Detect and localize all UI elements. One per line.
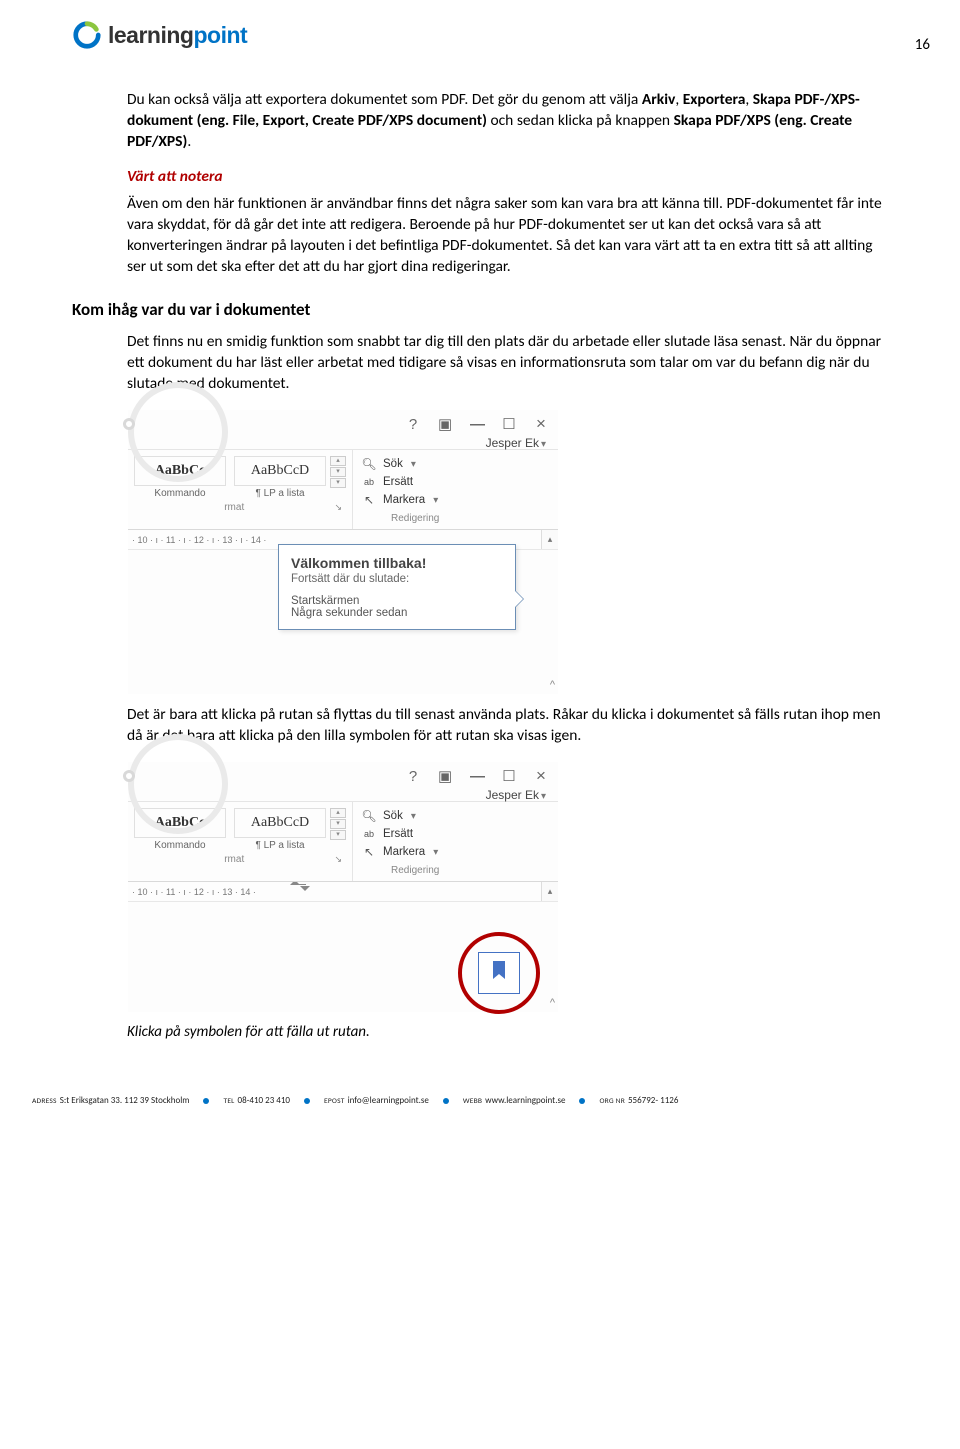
styles-scroll-down-icon[interactable]: ▾ <box>330 467 346 477</box>
word-screenshot-2: ? ▣ — ☐ × Jesper Ek▾ AaBbCc AaBbCcD <box>127 761 559 1013</box>
styles-scroll-up-icon[interactable]: ▴ <box>330 808 346 818</box>
binoculars-icon: 🔍︎ <box>361 457 377 471</box>
replace-button[interactable]: abErsätt <box>361 825 550 843</box>
minimize-icon[interactable]: — <box>470 416 484 433</box>
callout-title: Välkommen tillbaka! <box>291 555 503 571</box>
select-button[interactable]: ↖Markera▾ <box>361 491 550 509</box>
callout-time: Några sekunder sedan <box>291 607 503 619</box>
cursor-icon: ↖ <box>361 493 377 507</box>
replace-button[interactable]: abErsätt <box>361 473 550 491</box>
callout-subtitle: Fortsätt där du slutade: <box>291 573 503 585</box>
paragraph-note: Även om den här funktionen är användbar … <box>127 194 888 278</box>
styles-scroll-down-icon[interactable]: ▾ <box>330 819 346 829</box>
document-area[interactable] <box>128 902 558 1020</box>
style-preview-2[interactable]: AaBbCcD <box>234 456 326 486</box>
ruler[interactable]: · 10 · ı · 11 · ı · 12 · ı · 13 · 14 · ▴ <box>128 882 558 902</box>
annotation-circle <box>458 932 540 1014</box>
account-name[interactable]: Jesper Ek▾ <box>486 788 546 802</box>
select-button[interactable]: ↖Markera▾ <box>361 843 550 861</box>
editing-group: 🔍︎Sök▾ abErsätt ↖Markera▾ Redigering <box>353 450 558 529</box>
page-number: 16 <box>915 36 930 54</box>
maximize-icon[interactable]: ☐ <box>502 767 516 785</box>
close-icon[interactable]: × <box>534 414 548 434</box>
document-area[interactable]: Välkommen tillbaka! Fortsätt där du slut… <box>128 550 558 710</box>
figure-caption: Klicka på symbolen för att fälla ut ruta… <box>127 1023 888 1041</box>
paragraph-click-instructions: Det är bara att klicka på rutan så flytt… <box>127 705 888 747</box>
find-button[interactable]: 🔍︎Sök▾ <box>361 807 550 825</box>
page-footer: ADRESSS:t Eriksgatan 33. 112 39 Stockhol… <box>0 1081 960 1122</box>
editing-group: 🔍︎Sök▾ abErsätt ↖Markera▾ Redigering <box>353 802 558 881</box>
maximize-icon[interactable]: ☐ <box>502 415 516 433</box>
styles-more-icon[interactable]: ▾ <box>330 478 346 488</box>
help-icon[interactable]: ? <box>406 768 420 785</box>
paragraph-intro-resume: Det finns nu en smidig funktion som snab… <box>127 332 888 395</box>
callout-section: Startskärmen <box>291 595 503 607</box>
styles-launcher-icon[interactable]: ↘ <box>334 502 342 513</box>
minimize-icon[interactable]: — <box>470 768 484 785</box>
cursor-icon: ↖ <box>361 845 377 859</box>
style-preview-2[interactable]: AaBbCcD <box>234 808 326 838</box>
ribbon-display-options-icon[interactable]: ▣ <box>438 767 452 785</box>
styles-launcher-icon[interactable]: ↘ <box>334 854 342 865</box>
styles-more-icon[interactable]: ▾ <box>330 830 346 840</box>
logo-text: learningpoint <box>108 22 247 49</box>
logo: learningpoint <box>72 20 888 50</box>
scroll-up-icon[interactable]: ▴ <box>541 530 558 549</box>
replace-icon: ab <box>361 477 377 487</box>
ribbon-display-options-icon[interactable]: ▣ <box>438 415 452 433</box>
binoculars-icon: 🔍︎ <box>361 809 377 823</box>
scroll-up-icon[interactable]: ▴ <box>541 882 558 901</box>
find-button[interactable]: 🔍︎Sök▾ <box>361 455 550 473</box>
account-name[interactable]: Jesper Ek▾ <box>486 436 546 450</box>
help-icon[interactable]: ? <box>406 416 420 433</box>
styles-scroll-up-icon[interactable]: ▴ <box>330 456 346 466</box>
word-screenshot-1: ? ▣ — ☐ × Jesper Ek▾ AaBbCc AaBbCcD <box>127 409 559 695</box>
heading-remember-position: Kom ihåg var du var i dokumentet <box>72 299 888 320</box>
note-heading: Värt att notera <box>127 167 888 186</box>
close-icon[interactable]: × <box>534 766 548 786</box>
logo-icon <box>72 20 102 50</box>
replace-icon: ab <box>361 829 377 839</box>
paragraph-export-pdf: Du kan också välja att exportera dokumen… <box>127 90 888 153</box>
resume-reading-callout[interactable]: Välkommen tillbaka! Fortsätt där du slut… <box>278 544 516 630</box>
